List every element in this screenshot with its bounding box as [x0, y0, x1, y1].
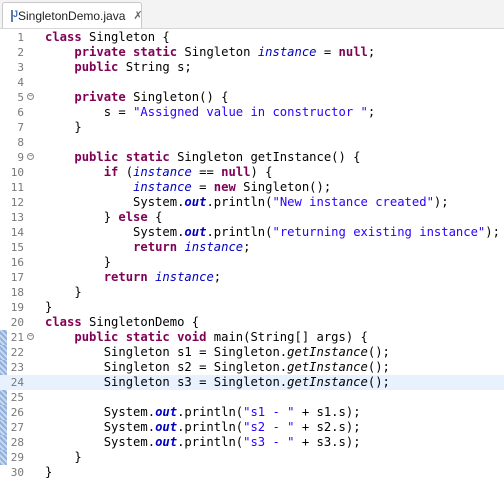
line-number: 28 — [10, 436, 24, 449]
fold-toggle-icon[interactable]: − — [27, 153, 34, 160]
line-number: 5 — [17, 91, 24, 104]
code-text: System.out.println("s1 - " + s1.s); — [45, 405, 361, 419]
code-line[interactable]: 22 Singleton s1 = Singleton.getInstance(… — [0, 345, 504, 360]
line-number: 18 — [10, 286, 24, 299]
line-number: 27 — [10, 421, 24, 434]
close-tab-icon[interactable]: ✗ — [133, 9, 142, 22]
line-number: 25 — [10, 391, 24, 404]
code-line[interactable]: 30} — [0, 465, 504, 480]
code-text: } — [45, 465, 53, 479]
code-text: Singleton s2 = Singleton.getInstance(); — [45, 360, 390, 374]
code-text: public static void main(String[] args) { — [74, 330, 368, 344]
line-number: 6 — [17, 106, 24, 119]
code-line[interactable]: 11 instance = new Singleton(); — [0, 180, 504, 195]
code-line[interactable]: 15 return instance; — [0, 240, 504, 255]
code-text: } — [45, 285, 82, 299]
code-text: if (instance == null) { — [103, 165, 273, 179]
code-editor[interactable]: 1 class Singleton {2 private static Singl… — [0, 29, 504, 500]
code-text: instance = new Singleton(); — [133, 180, 332, 194]
code-text: private static Singleton instance = null… — [74, 45, 376, 59]
code-line[interactable]: 2 private static Singleton instance = nu… — [0, 45, 504, 60]
code-line[interactable]: 26 System.out.println("s1 - " + s1.s); — [0, 405, 504, 420]
fold-toggle-icon[interactable]: − — [27, 93, 34, 100]
code-line[interactable]: 17 return instance; — [0, 270, 504, 285]
code-text: System.out.println("s2 - " + s2.s); — [45, 420, 361, 434]
code-line[interactable]: 24 Singleton s3 = Singleton.getInstance(… — [0, 375, 504, 390]
line-number: 19 — [10, 301, 24, 314]
tab-title: SingletonDemo.java — [18, 8, 126, 23]
code-text: System.out.println("s3 - " + s3.s); — [45, 435, 361, 449]
code-line[interactable]: 25 — [0, 390, 504, 405]
code-text: public String s; — [74, 60, 192, 74]
line-number: 2 — [17, 46, 24, 59]
code-text: return instance; — [133, 240, 251, 254]
code-text: return instance; — [103, 270, 222, 284]
line-number: 15 — [10, 241, 24, 254]
line-number: 7 — [17, 121, 24, 134]
fold-toggle-icon[interactable]: − — [27, 333, 34, 340]
editor-tab-bar: SingletonDemo.java ✗ — [0, 0, 504, 29]
line-number: 26 — [10, 406, 24, 419]
code-text: Singleton s1 = Singleton.getInstance(); — [45, 345, 390, 359]
line-number: 30 — [10, 466, 24, 479]
code-line[interactable]: 5− private Singleton() { — [0, 90, 504, 105]
code-line[interactable]: 4 — [0, 75, 504, 90]
line-number: 23 — [10, 361, 24, 374]
tab-singletondemo-java[interactable]: SingletonDemo.java ✗ — [2, 2, 143, 28]
line-number: 12 — [10, 196, 24, 209]
code-line[interactable]: 7 } — [0, 120, 504, 135]
code-line[interactable]: 10 if (instance == null) { — [0, 165, 504, 180]
line-number: 16 — [10, 256, 24, 269]
code-text: private Singleton() { — [74, 90, 229, 104]
line-number: 14 — [10, 226, 24, 239]
line-number: 29 — [10, 451, 24, 464]
code-line[interactable]: 18 } — [0, 285, 504, 300]
code-text: System.out.println("New instance created… — [45, 195, 449, 209]
line-number: 24 — [10, 376, 24, 389]
code-line[interactable]: 14 System.out.println("returning existin… — [0, 225, 504, 240]
code-line[interactable]: 21− public static void main(String[] arg… — [0, 330, 504, 345]
code-line[interactable]: 13 } else { — [0, 210, 504, 225]
line-number: 13 — [10, 211, 24, 224]
code-line[interactable]: 23 Singleton s2 = Singleton.getInstance(… — [0, 360, 504, 375]
code-text: } else { — [45, 210, 163, 224]
line-number: 22 — [10, 346, 24, 359]
code-line[interactable]: 3 public String s; — [0, 60, 504, 75]
code-line[interactable]: 9− public static Singleton getInstance()… — [0, 150, 504, 165]
code-line[interactable]: 29 } — [0, 450, 504, 465]
code-line[interactable]: 1 class Singleton { — [0, 30, 504, 45]
code-text: Singleton s3 = Singleton.getInstance(); — [45, 375, 390, 389]
code-line[interactable]: 16 } — [0, 255, 504, 270]
code-line[interactable]: 28 System.out.println("s3 - " + s3.s); — [0, 435, 504, 450]
code-line[interactable]: 20 class SingletonDemo { — [0, 315, 504, 330]
code-text: } — [45, 120, 82, 134]
java-file-icon — [11, 9, 18, 22]
code-line[interactable]: 8 — [0, 135, 504, 150]
line-number: 11 — [10, 181, 24, 194]
line-number: 3 — [17, 61, 24, 74]
code-text: s = "Assigned value in constructor "; — [45, 105, 376, 119]
code-text: } — [45, 450, 82, 464]
line-number: 1 — [17, 31, 24, 44]
code-line[interactable]: 6 s = "Assigned value in constructor "; — [0, 105, 504, 120]
code-line[interactable]: 27 System.out.println("s2 - " + s2.s); — [0, 420, 504, 435]
line-number: 9 — [17, 151, 24, 164]
code-line[interactable]: 12 System.out.println("New instance crea… — [0, 195, 504, 210]
code-text: public static Singleton getInstance() { — [74, 150, 361, 164]
code-text: System.out.println("returning existing i… — [45, 225, 500, 239]
code-text: } — [45, 255, 112, 269]
line-number: 10 — [10, 166, 24, 179]
code-text: } — [45, 300, 53, 314]
code-text: class SingletonDemo { — [45, 315, 200, 329]
line-number: 4 — [17, 76, 24, 89]
line-number: 20 — [10, 316, 24, 329]
line-number: 21 — [10, 331, 24, 344]
code-text: class Singleton { — [45, 30, 170, 44]
code-line[interactable]: 19} — [0, 300, 504, 315]
line-number: 8 — [17, 136, 24, 149]
line-number: 17 — [10, 271, 24, 284]
